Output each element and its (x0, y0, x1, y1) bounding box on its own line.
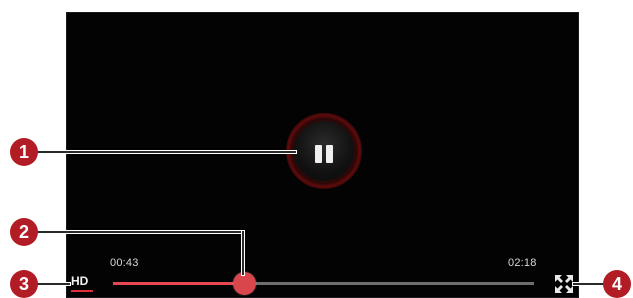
pause-icon-left-bar (315, 145, 322, 163)
callout-2-line-vertical (242, 231, 244, 275)
callout-4-marker: 4 (603, 270, 631, 298)
pause-icon-right-bar (326, 145, 333, 163)
callout-1-line (36, 151, 296, 153)
progress-fill (113, 282, 244, 285)
callout-2-marker: 2 (10, 218, 38, 246)
total-time: 02:18 (508, 257, 537, 269)
callout-3-marker: 3 (10, 270, 38, 298)
callout-3-line (36, 283, 70, 285)
current-time: 00:43 (110, 257, 139, 269)
hd-quality-button[interactable]: HD (71, 274, 88, 288)
hd-active-indicator (71, 290, 93, 292)
fullscreen-icon[interactable] (555, 275, 573, 293)
progress-thumb[interactable] (233, 272, 256, 295)
callout-1-marker: 1 (10, 138, 38, 166)
pause-button[interactable] (294, 121, 354, 181)
callout-2-line (36, 231, 244, 233)
callout-4-line (573, 283, 607, 285)
